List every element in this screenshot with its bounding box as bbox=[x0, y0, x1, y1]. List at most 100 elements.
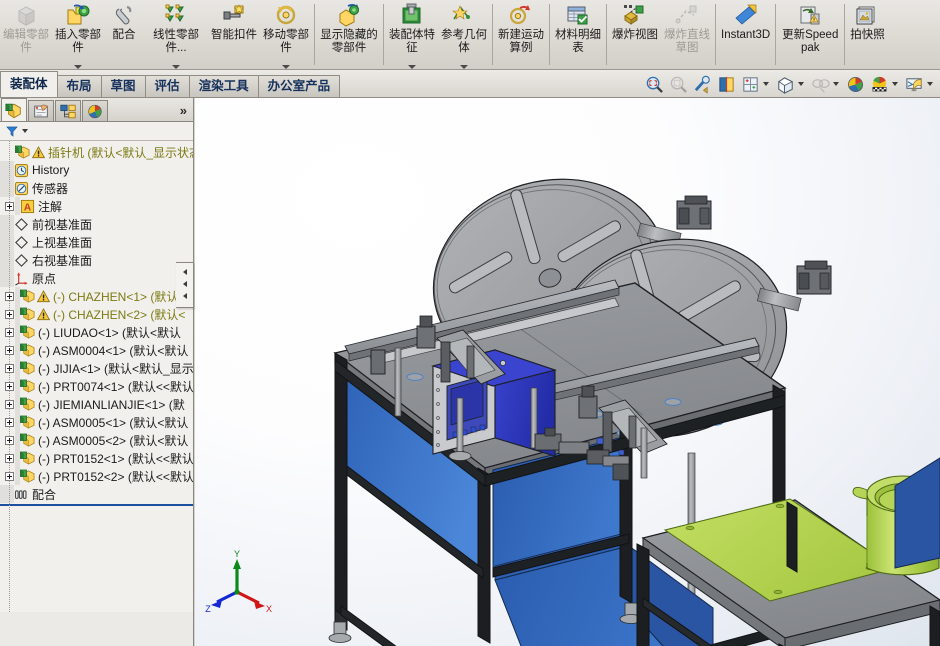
edit-appearance-icon[interactable] bbox=[844, 73, 866, 95]
expand-plus-icon[interactable] bbox=[5, 435, 14, 445]
chevron-down-icon[interactable] bbox=[763, 82, 769, 86]
tree-item[interactable]: 配合 bbox=[0, 485, 193, 503]
mate-button[interactable]: 配合 bbox=[104, 0, 144, 69]
instant3d-button[interactable]: Instant3D bbox=[718, 0, 773, 69]
linear-pattern-button[interactable]: 线性零部件... bbox=[144, 0, 208, 69]
manager-more-button[interactable]: » bbox=[180, 103, 187, 118]
tree-scroll-stub[interactable] bbox=[176, 262, 194, 308]
part-icon bbox=[20, 433, 35, 448]
zoom-to-area-icon[interactable] bbox=[667, 73, 689, 95]
graphics-viewport[interactable]: Y X Z bbox=[195, 98, 940, 646]
show-hidden-components-icon bbox=[336, 2, 362, 28]
expand-plus-icon[interactable] bbox=[5, 453, 14, 463]
property-manager-tab[interactable] bbox=[28, 100, 54, 121]
expand-plus-icon[interactable] bbox=[5, 399, 14, 409]
tree-item[interactable]: (-) ASM0004<1> (默认<默认 bbox=[0, 341, 193, 359]
chevron-down-icon[interactable] bbox=[282, 65, 290, 69]
tree-item[interactable]: (-) PRT0152<1> (默认<<默认 bbox=[0, 449, 193, 467]
tree-item-label: 原点 bbox=[32, 271, 57, 286]
tree-item[interactable]: History bbox=[0, 161, 193, 179]
filter-icon[interactable] bbox=[5, 124, 19, 138]
reel-motor-right bbox=[796, 260, 832, 295]
chevron-down-icon[interactable] bbox=[833, 82, 839, 86]
apply-scene-icon[interactable] bbox=[868, 73, 890, 95]
mates-folder-icon bbox=[14, 487, 29, 502]
feature-tree[interactable]: 插针机 (默认<默认_显示状态 History 传感器 A 注解 前视基准面上视基准… bbox=[0, 141, 193, 612]
show-hidden-components-button[interactable]: 显示隐藏的零部件 bbox=[317, 0, 381, 69]
view-orientation-icon[interactable] bbox=[739, 73, 761, 95]
tab-5[interactable]: 办公室产品 bbox=[257, 75, 341, 97]
part-icon bbox=[20, 361, 35, 376]
tree-item[interactable]: 插针机 (默认<默认_显示状态 bbox=[0, 143, 193, 161]
tree-item[interactable]: (-) JIEMIANLIANJIE<1> (默 bbox=[0, 395, 193, 413]
tree-item[interactable]: (-) LIUDAO<1> (默认<默认 bbox=[0, 323, 193, 341]
tree-item-label: 注解 bbox=[38, 199, 63, 214]
tab-4[interactable]: 渲染工具 bbox=[188, 75, 259, 97]
expand-plus-icon[interactable] bbox=[5, 363, 14, 373]
solidworks-window: 编辑零部件 插入零部件 配合 线性零部件... 智能扣件 移动零部件 显示隐藏的… bbox=[0, 0, 940, 646]
tree-item[interactable]: (-) ASM0005<1> (默认<默认 bbox=[0, 413, 193, 431]
zoom-in-out-icon[interactable] bbox=[691, 73, 713, 95]
hide-show-items-icon[interactable] bbox=[809, 73, 831, 95]
reference-geometry-button[interactable]: 参考几何体 bbox=[438, 0, 490, 69]
smart-fastener-button[interactable]: 智能扣件 bbox=[208, 0, 260, 69]
tree-item[interactable]: 前视基准面 bbox=[0, 215, 193, 233]
exploded-view-button[interactable]: 爆炸视图 bbox=[609, 0, 661, 69]
chevron-down-icon[interactable] bbox=[172, 65, 180, 69]
chevron-down-icon[interactable] bbox=[460, 65, 468, 69]
section-view-icon[interactable] bbox=[715, 73, 737, 95]
tab-1[interactable]: 布局 bbox=[56, 75, 102, 97]
snapshot-button[interactable]: 拍快照 bbox=[847, 0, 888, 69]
expand-plus-icon[interactable] bbox=[5, 201, 14, 211]
feature-manager-tab[interactable] bbox=[1, 98, 27, 121]
update-speedpak-button[interactable]: 更新Speedpak bbox=[778, 0, 842, 69]
expand-plus-icon[interactable] bbox=[5, 471, 14, 481]
expand-plus-icon[interactable] bbox=[5, 291, 14, 301]
tab-3[interactable]: 评估 bbox=[144, 75, 190, 97]
tree-item[interactable]: (-) ASM0005<2> (默认<默认 bbox=[0, 431, 193, 449]
tree-panel-footer bbox=[0, 612, 193, 646]
cad-model-insertion-machine[interactable] bbox=[195, 98, 940, 646]
filter-dropdown-caret[interactable] bbox=[22, 129, 28, 133]
zoom-to-fit-icon[interactable] bbox=[643, 73, 665, 95]
tree-item-label: 上视基准面 bbox=[32, 235, 93, 250]
view-settings-icon[interactable] bbox=[903, 73, 925, 95]
tree-item[interactable]: 原点 bbox=[0, 269, 193, 287]
expand-plus-icon[interactable] bbox=[5, 327, 14, 337]
tree-item[interactable]: (-) PRT0152<2> (默认<<默认 bbox=[0, 467, 193, 485]
expand-plus-icon[interactable] bbox=[5, 417, 14, 427]
expand-plus-icon[interactable] bbox=[5, 309, 14, 319]
tree-item[interactable]: (-) CHAZHEN<1> (默认< bbox=[0, 287, 193, 305]
tree-item[interactable]: A 注解 bbox=[0, 197, 193, 215]
expand-plus-icon[interactable] bbox=[5, 345, 14, 355]
chevron-down-icon[interactable] bbox=[408, 65, 416, 69]
assembly-feature-button[interactable]: 装配体特征 bbox=[386, 0, 438, 69]
tab-2[interactable]: 草图 bbox=[100, 75, 146, 97]
configuration-manager-tab[interactable] bbox=[55, 100, 81, 121]
move-component-button[interactable]: 移动零部件 bbox=[260, 0, 312, 69]
tree-item[interactable]: 右视基准面 bbox=[0, 251, 193, 269]
new-motion-study-button[interactable]: 新建运动算例 bbox=[495, 0, 547, 69]
tree-item[interactable]: (-) JIJIA<1> (默认<默认_显示 bbox=[0, 359, 193, 377]
insert-component-button[interactable]: 插入零部件 bbox=[52, 0, 104, 69]
chevron-down-icon[interactable] bbox=[927, 82, 933, 86]
tree-item-label: (-) LIUDAO<1> (默认<默认 bbox=[38, 325, 182, 340]
chevron-down-icon[interactable] bbox=[892, 82, 898, 86]
tree-item[interactable]: 上视基准面 bbox=[0, 233, 193, 251]
insert-component-icon bbox=[65, 2, 91, 28]
ribbon-toolbar: 编辑零部件 插入零部件 配合 线性零部件... 智能扣件 移动零部件 显示隐藏的… bbox=[0, 0, 940, 70]
tree-item[interactable]: (-) CHAZHEN<2> (默认< bbox=[0, 305, 193, 323]
chevron-down-icon[interactable] bbox=[74, 65, 82, 69]
part-icon bbox=[20, 289, 35, 304]
expand-plus-icon[interactable] bbox=[5, 381, 14, 391]
tree-item[interactable]: 传感器 bbox=[0, 179, 193, 197]
chevron-down-icon[interactable] bbox=[798, 82, 804, 86]
ribbon-button-label: 移动零部件 bbox=[263, 29, 309, 54]
display-style-icon[interactable] bbox=[774, 73, 796, 95]
triad-y-label: Y bbox=[234, 550, 240, 559]
tree-item[interactable]: (-) PRT0074<1> (默认<<默认 bbox=[0, 377, 193, 395]
tree-filter-bar[interactable] bbox=[0, 122, 193, 141]
tab-0[interactable]: 装配体 bbox=[0, 71, 58, 97]
display-manager-tab[interactable] bbox=[82, 100, 108, 121]
bill-of-materials-button[interactable]: 材料明细表 bbox=[552, 0, 604, 69]
